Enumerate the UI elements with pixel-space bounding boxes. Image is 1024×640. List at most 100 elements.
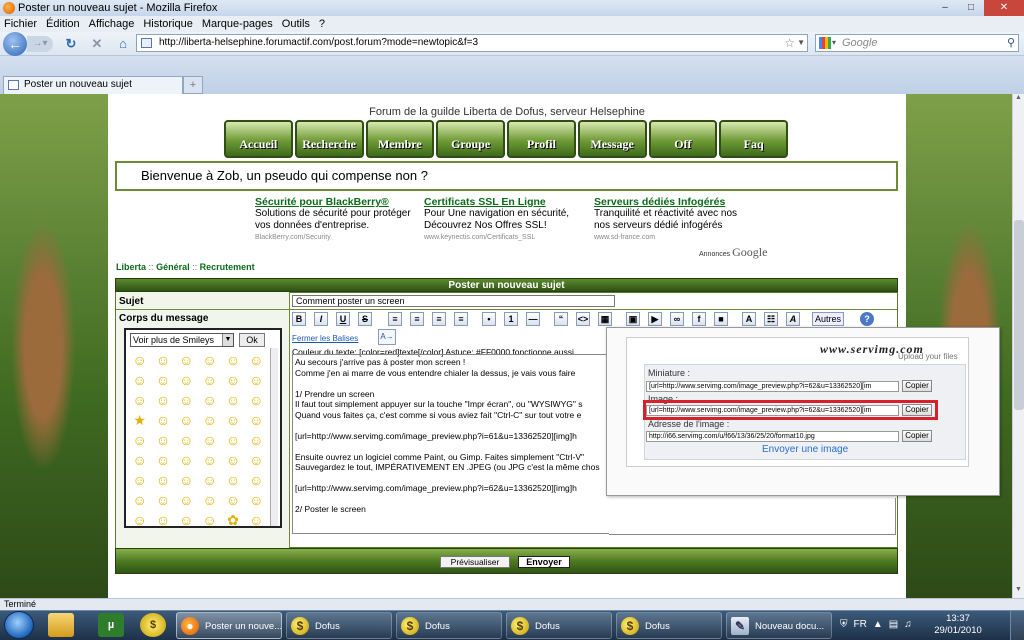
nav-off[interactable]: Off [648,120,718,158]
smiley-icon[interactable]: ☺ [151,350,174,370]
shield-icon[interactable]: ⛨ [840,612,848,638]
smiley-icon[interactable]: ☺ [245,490,268,510]
ad-block[interactable]: Certificats SSL En Ligne Pour Une naviga… [424,196,586,244]
smiley-icon[interactable]: ☺ [151,450,174,470]
smiley-icon[interactable]: ☺ [175,390,198,410]
smiley-icon[interactable]: ☺ [221,370,244,390]
ads-by-google[interactable]: Annonces Google [699,245,767,260]
align-left-icon[interactable]: ≡ [388,312,402,326]
dofus-icon[interactable]: $ [140,613,166,637]
smiley-icon[interactable]: ☺ [175,450,198,470]
stop-icon[interactable]: ✕ [89,36,105,52]
justify-icon[interactable]: ≡ [454,312,468,326]
hr-icon[interactable]: — [526,312,540,326]
send-button[interactable]: Envoyer [518,556,570,568]
taskbar-item-document[interactable]: ✎ Nouveau docu... [726,612,832,639]
smiley-icon[interactable]: ☺ [151,370,174,390]
smiley-icon[interactable]: ✿ [221,510,244,530]
image-icon[interactable]: ▣ [626,312,640,326]
smiley-icon[interactable]: ☺ [128,350,151,370]
ad-url[interactable]: www.keynectis.com/Certificats_SSL [424,232,586,244]
subject-input[interactable]: Comment poster un screen [292,295,615,307]
smiley-icon[interactable]: ☺ [198,470,221,490]
font-face-icon[interactable]: A [786,312,800,326]
smiley-icon[interactable]: ☺ [151,490,174,510]
nav-recherche[interactable]: Recherche [294,120,364,158]
smiley-select[interactable]: Voir plus de Smileys ▼ [130,333,234,347]
home-icon[interactable]: ⌂ [115,36,131,52]
numbered-list-icon[interactable]: 1 [504,312,518,326]
ad-block[interactable]: Serveurs dédiés Infogérés Tranquilité et… [594,196,756,244]
smiley-icon[interactable]: ☺ [175,470,198,490]
bold-icon[interactable]: B [292,312,306,326]
torrent-icon[interactable]: µ [98,613,124,637]
smiley-icon[interactable]: ☺ [128,370,151,390]
ad-title[interactable]: Serveurs dédiés Infogérés [594,196,756,208]
chevron-down-icon[interactable]: ▼ [222,334,233,346]
preview-button[interactable]: Prévisualiser [440,556,510,568]
strike-icon[interactable]: S [358,312,372,326]
taskbar-item-firefox[interactable]: ● Poster un nouve... [176,612,282,639]
menu-marque-pages[interactable]: Marque-pages [202,16,273,32]
smiley-ok-button[interactable]: Ok [239,333,265,347]
smiley-icon[interactable]: ☺ [221,390,244,410]
smiley-icon[interactable]: ☺ [151,470,174,490]
smiley-icon[interactable]: ☺ [245,370,268,390]
close-tags-link[interactable]: Fermer les Balises [292,334,358,343]
smiley-icon[interactable]: ★ [128,410,151,430]
search-icon[interactable]: ⚲ [1007,35,1015,51]
font-size-icon[interactable]: A [742,312,756,326]
maximize-button[interactable]: □ [958,0,984,16]
upload-image-link[interactable]: Envoyer une image [762,444,848,455]
menu-fichier[interactable]: Fichier [4,16,37,32]
flash-icon[interactable]: f [692,312,706,326]
ad-title[interactable]: Sécurité pour BlackBerry® [255,196,417,208]
nav-faq[interactable]: Faq [719,120,788,158]
align-center-icon[interactable]: ≡ [410,312,424,326]
list-icon[interactable]: • [482,312,496,326]
scroll-thumb[interactable] [1014,220,1024,410]
menu-edition[interactable]: Édition [46,16,80,32]
smiley-icon[interactable]: ☺ [221,470,244,490]
search-box[interactable]: ▾ Google ⚲ [815,34,1019,52]
video-icon[interactable]: ▶ [648,312,662,326]
address-field[interactable]: http://i66.servimg.com/u/f66/13/36/25/20… [646,431,899,442]
smiley-icon[interactable]: ☺ [245,510,268,530]
forward-arrow-icon[interactable]: →▾ [27,36,53,52]
quote-icon[interactable]: “ [554,312,568,326]
copy-address-button[interactable]: Copier [902,430,932,442]
ad-title[interactable]: Certificats SSL En Ligne [424,196,586,208]
smiley-icon[interactable]: ☺ [151,390,174,410]
ad-block[interactable]: Sécurité pour BlackBerry® Solutions de s… [255,196,417,244]
smiley-icon[interactable]: ☺ [198,430,221,450]
table-icon[interactable]: ▦ [598,312,612,326]
smiley-icon[interactable]: ☺ [245,390,268,410]
network-icon[interactable]: ▤ [889,612,898,638]
smiley-icon[interactable]: ☺ [245,430,268,450]
show-desktop-button[interactable] [1010,611,1024,640]
menu-historique[interactable]: Historique [143,16,193,32]
smiley-icon[interactable]: ☺ [128,450,151,470]
smiley-icon[interactable]: ☺ [175,370,198,390]
new-tab-button[interactable]: + [183,76,203,94]
bookmark-star-icon[interactable]: ☆ [784,35,795,51]
smiley-icon[interactable]: ☺ [245,410,268,430]
breadcrumb-general[interactable]: Général [156,262,190,272]
align-right-icon[interactable]: ≡ [432,312,446,326]
language-indicator[interactable]: FR [854,612,867,638]
more-button[interactable]: Autres [812,312,844,326]
nav-accueil[interactable]: Accueil [224,120,293,158]
breadcrumb-liberta[interactable]: Liberta [116,262,146,272]
start-orb-icon[interactable] [4,611,34,639]
close-button[interactable]: ✕ [984,0,1024,16]
back-arrow-icon[interactable]: ← [3,32,27,56]
smiley-icon[interactable]: ☺ [198,350,221,370]
taskbar-item-dofus[interactable]: $ Dofus [286,612,392,639]
smiley-icon[interactable]: ☺ [221,350,244,370]
nav-message[interactable]: Message [577,120,647,158]
smiley-icon[interactable]: ☺ [245,350,268,370]
smiley-icon[interactable]: ☺ [198,510,221,530]
ad-url[interactable]: BlackBerry.com/Security [255,232,417,244]
taskbar-item-dofus[interactable]: $ Dofus [396,612,502,639]
scroll-down-icon[interactable]: ▼ [1013,586,1024,598]
